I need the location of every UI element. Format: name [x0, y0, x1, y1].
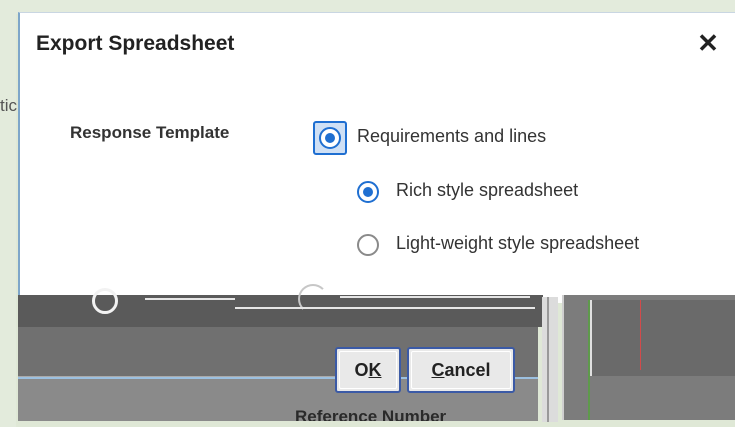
ok-label-accel: K — [368, 360, 382, 380]
radio-light-weight-style-spreadsheet[interactable] — [357, 234, 379, 256]
radio-requirements-and-lines[interactable] — [319, 127, 341, 149]
cancel-button[interactable]: Cancel — [407, 347, 515, 393]
divider-line — [547, 297, 549, 422]
dialog-title: Export Spreadsheet — [36, 32, 235, 55]
response-template-label: Response Template — [70, 123, 230, 142]
background-line-green — [588, 300, 590, 420]
glitch-line — [340, 296, 530, 298]
close-icon[interactable]: ✕ — [695, 30, 721, 56]
ok-label-prefix: O — [354, 360, 369, 380]
cancel-label-accel: C — [431, 360, 445, 380]
option-label-rich-style: Rich style spreadsheet — [396, 180, 579, 200]
radio-icon-partial — [92, 288, 118, 314]
option-label-requirements-and-lines: Requirements and lines — [357, 126, 547, 146]
option-label-light-weight: Light-weight style spreadsheet — [396, 233, 640, 253]
cancel-label-rest: ancel — [444, 360, 491, 380]
glitch-line — [145, 298, 235, 300]
radio-icon-partial-2 — [298, 284, 328, 314]
window-frame-left — [0, 0, 16, 427]
ok-button[interactable]: OK — [335, 347, 401, 393]
background-line-red — [640, 300, 641, 370]
divider — [542, 297, 558, 422]
background-reference-number: Reference Number — [295, 407, 447, 421]
background-text-fragment: tic — [0, 96, 17, 115]
background-panel-inner — [590, 300, 735, 376]
radio-rich-style-spreadsheet[interactable] — [357, 181, 379, 203]
glitch-line — [235, 307, 535, 309]
